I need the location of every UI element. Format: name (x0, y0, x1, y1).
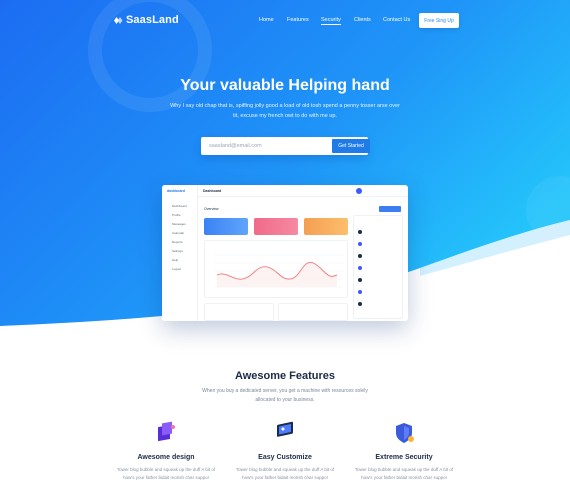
feature-card: Awesome design Tower blog bubble and squ… (111, 420, 221, 482)
nav-item-security[interactable]: Security (321, 17, 341, 25)
features-title: Awesome Features (234, 370, 336, 382)
feature-card: Extreme Security Tower blog bubble and s… (349, 420, 459, 482)
brand-logo[interactable]: SaasLand (113, 14, 179, 26)
shield-icon (396, 423, 414, 443)
top-nav: SaasLand Home Features Security Clients … (0, 0, 570, 40)
dashboard-logo: dashboard (167, 189, 185, 193)
sidebar-item[interactable]: Profile (172, 213, 181, 217)
avatar[interactable] (356, 188, 362, 194)
stat-card (204, 218, 248, 235)
brand-name: SaasLand (126, 14, 179, 26)
feature-card: Easy Customize Tower blog bubble and squ… (230, 420, 340, 482)
hero-subtitle: Why I say old chap that is, spiffing jol… (170, 103, 400, 119)
email-signup-form: Get Started (201, 137, 370, 155)
sidebar-item[interactable]: Reports (172, 240, 183, 244)
overview-label: Overview (204, 207, 219, 211)
sidebar-item[interactable]: Calendar (172, 231, 184, 235)
sidebar-item[interactable]: Logout (172, 267, 181, 271)
logo-icon (114, 16, 123, 24)
notifications-panel (278, 303, 348, 321)
tasks-panel (204, 303, 274, 321)
feature-description: Tower blog bubble and squeak up the duff… (354, 467, 454, 480)
sidebar-item[interactable]: Messages (172, 222, 186, 226)
chart-panel (204, 240, 348, 298)
signup-button[interactable]: Free Sing Up (419, 13, 459, 28)
sidebar-item[interactable]: Help (172, 258, 178, 262)
dashboard-topbar: Dashboard (198, 185, 408, 197)
email-input[interactable] (209, 140, 329, 152)
dashboard-action-button[interactable] (379, 206, 401, 212)
hero-title: Your valuable Helping hand (180, 77, 390, 94)
customize-icon (277, 421, 293, 437)
stat-card (304, 218, 348, 235)
feature-description: Tower blog bubble and squeak up the duff… (116, 467, 216, 480)
nav-item-home[interactable]: Home (259, 17, 274, 23)
nav-item-features[interactable]: Features (287, 17, 309, 23)
feature-description: Tower blog bubble and squeak up the duff… (235, 467, 335, 480)
feature-title: Easy Customize (258, 454, 312, 461)
dashboard-title: Dashboard (203, 189, 222, 193)
design-icon (158, 421, 175, 442)
stat-card (254, 218, 298, 235)
sidebar-item[interactable]: Dashboard (172, 204, 187, 208)
activity-panel (353, 215, 403, 319)
nav-item-clients[interactable]: Clients (354, 17, 371, 23)
feature-title: Extreme Security (375, 454, 433, 461)
sidebar-item[interactable]: Settings (172, 249, 183, 253)
feature-title: Awesome design (137, 454, 195, 461)
dashboard-sidebar: dashboard Dashboard Profile Messages Cal… (162, 185, 198, 321)
line-chart (215, 254, 343, 288)
get-started-button[interactable]: Get Started (332, 139, 370, 153)
nav-item-contact[interactable]: Contact Us (383, 17, 410, 23)
features-subtitle: When you buy a dedicated server, you get… (202, 388, 368, 403)
dashboard-preview: dashboard Dashboard Profile Messages Cal… (162, 185, 408, 321)
